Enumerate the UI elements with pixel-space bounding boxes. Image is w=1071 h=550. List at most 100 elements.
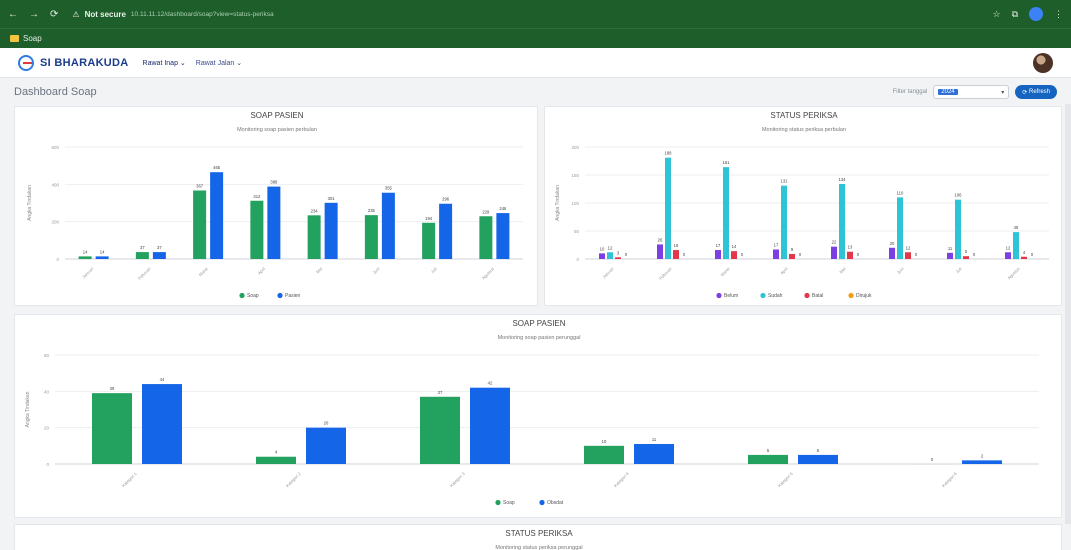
bar-value-label: 11 [948, 246, 953, 251]
not-secure-label: Not secure [84, 9, 126, 19]
bar-value-label: 10 [602, 439, 607, 444]
menu-icon[interactable]: ⋮ [1054, 9, 1063, 20]
bar-belum [947, 252, 953, 259]
y-tick-label: 60 [44, 353, 50, 358]
legend-marker [539, 499, 545, 506]
url-text: 10.11.11.12/dashboard/soap?view=status-p… [130, 10, 274, 18]
bar-belum [1005, 252, 1011, 259]
x-tick-label: Kategori 2 [285, 471, 303, 489]
x-tick-label: Juli [430, 266, 438, 274]
address-bar[interactable]: ⚠ Not secure 10.11.11.12/dashboard/soap?… [72, 10, 273, 19]
forward-icon[interactable]: → [29, 9, 39, 20]
bar-value-label: 355 [385, 186, 393, 191]
bookmark-soap[interactable]: Soap [23, 34, 42, 43]
chart-subtitle: Monitoring status periksa perunggal [495, 545, 582, 550]
chart-soap-pasien-bulan: SOAP PASIEN Monitoring soap pasien perbul… [27, 111, 523, 299]
bar-soap [420, 396, 460, 464]
reload-icon[interactable]: ⟳ [50, 9, 58, 20]
nav-rawat-jalan[interactable]: Rawat Jalan ⌄ [196, 59, 242, 67]
legend-label: Pasien [285, 293, 301, 299]
chart-card-status-periksa-bulan: STATUS PERIKSA Monitoring status periksa … [544, 106, 1062, 306]
bar-pasien [95, 256, 109, 259]
bar-value-label: 20 [324, 421, 329, 426]
y-axis-label: Angka Tindakan [27, 185, 33, 221]
y-tick-label: 0 [46, 462, 49, 467]
x-tick-label: Kategori 6 [941, 471, 959, 489]
bar-obsdat [142, 384, 182, 464]
bar-value-label: 10 [600, 246, 605, 251]
bar-value-label: 106 [955, 193, 963, 198]
bar-value-label: 39 [110, 386, 115, 391]
bar-value-label: 0 [799, 252, 802, 257]
bar-soap [307, 215, 321, 259]
x-tick-label: Juni [372, 266, 381, 275]
x-tick-label: Februari [137, 266, 152, 281]
bar-pasien [381, 192, 395, 259]
chart-title: SOAP PASIEN [512, 319, 565, 328]
bar-value-label: 48 [1014, 225, 1019, 230]
legend-marker [848, 292, 854, 299]
filter-text: Filter tanggal [892, 89, 928, 95]
bar-pasien [496, 213, 510, 259]
bar-value-label: 0 [857, 252, 860, 257]
bar-obsdat [470, 387, 510, 464]
x-tick-label: Mei [838, 266, 846, 274]
legend-marker [760, 292, 766, 299]
bar-sudah [607, 252, 613, 259]
bar-value-label: 9 [791, 247, 794, 252]
legend-label: Belum [724, 293, 738, 299]
nav-rawat-inap[interactable]: Rawat Inap ⌄ [143, 59, 186, 67]
bar-value-label: 44 [160, 377, 165, 382]
bar-value-label: 367 [196, 183, 204, 188]
bar-value-label: 161 [723, 160, 731, 165]
bar-value-label: 301 [328, 196, 336, 201]
x-tick-label: Kategori 4 [613, 471, 631, 489]
refresh-button[interactable]: ⟳ Refresh [1015, 85, 1057, 99]
bookmarks-bar: Soap [0, 28, 1071, 48]
bar-soap [748, 454, 788, 464]
x-tick-label: Maret [198, 266, 210, 278]
x-tick-label: Mei [315, 266, 323, 274]
x-tick-label: Januari [601, 266, 614, 279]
bar-soap [479, 216, 493, 259]
avatar[interactable] [1033, 52, 1053, 73]
chart-title: SOAP PASIEN [250, 111, 303, 120]
profile-icon[interactable] [1029, 7, 1043, 21]
bar-value-label: 37 [157, 245, 162, 250]
bar-value-label: 14 [100, 249, 105, 254]
folder-icon [10, 35, 19, 42]
bar-value-label: 26 [658, 237, 663, 242]
bar-value-label: 0 [625, 252, 628, 257]
bar-value-label: 12 [906, 245, 911, 250]
bar-value-label: 22 [832, 240, 837, 245]
bar-belum [773, 249, 779, 259]
bar-value-label: 235 [368, 208, 376, 213]
y-axis-label: Angka Tindakan [555, 185, 561, 221]
y-tick-label: 400 [51, 182, 59, 187]
page-scrollbar[interactable] [1065, 104, 1071, 524]
bar-value-label: 37 [140, 245, 145, 250]
bar-value-label: 0 [741, 252, 744, 257]
bar-sudah [723, 167, 729, 259]
year-select[interactable]: 2024 ▾ [933, 85, 1010, 99]
bar-value-label: 0 [931, 457, 934, 462]
bar-batal [905, 252, 911, 259]
back-icon[interactable]: ← [8, 9, 18, 20]
bar-soap [584, 445, 624, 464]
bar-value-label: 17 [774, 242, 779, 247]
extensions-icon[interactable]: ⧉ [1012, 9, 1018, 20]
y-tick-label: 0 [576, 257, 579, 262]
bar-value-label: 312 [253, 194, 261, 199]
bar-batal [789, 253, 795, 259]
chart-subtitle: Monitoring status periksa perbulan [762, 127, 846, 133]
bar-sudah [897, 197, 903, 259]
bar-sudah [1013, 232, 1019, 259]
y-axis-label: Angka Tindakan [25, 391, 31, 427]
bar-value-label: 4 [1023, 250, 1026, 255]
bookmark-star-icon[interactable]: ☆ [992, 9, 1000, 20]
legend-label: Soap [503, 500, 515, 506]
y-tick-label: 50 [574, 229, 580, 234]
x-tick-label: Kategori 1 [121, 471, 139, 489]
page-toolbar: Dashboard Soap Filter tanggal 2024 ▾ ⟳ R… [0, 80, 1071, 104]
bar-value-label: 20 [890, 241, 895, 246]
